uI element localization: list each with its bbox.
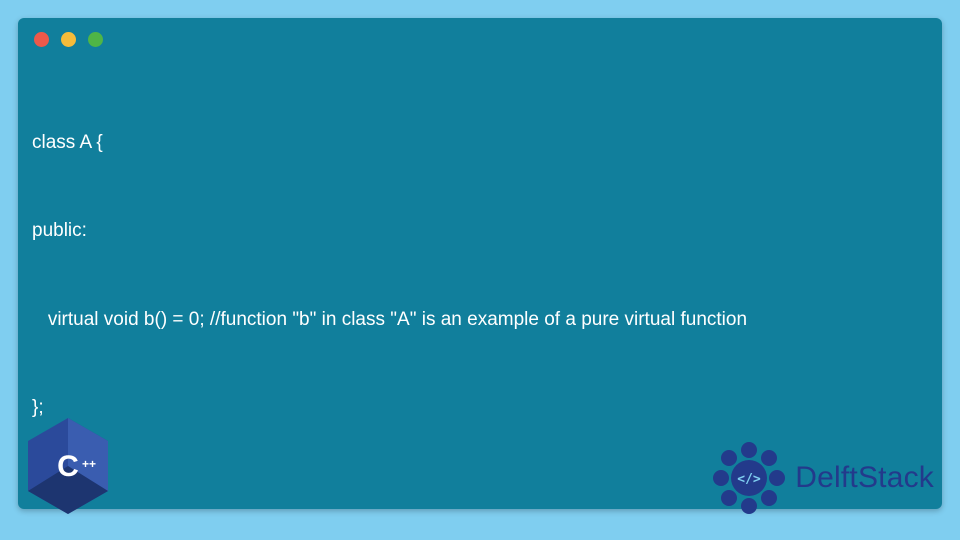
minimize-icon[interactable] bbox=[61, 32, 76, 47]
maximize-icon[interactable] bbox=[88, 32, 103, 47]
brand-name: DelftStack bbox=[795, 461, 934, 495]
code-line: class A { bbox=[32, 128, 928, 157]
code-block: class A { public: virtual void b() = 0; … bbox=[18, 55, 942, 481]
window-titlebar bbox=[18, 18, 942, 55]
cpp-logo-icon: C ++ bbox=[24, 416, 112, 516]
close-icon[interactable] bbox=[34, 32, 49, 47]
brand: </> DelftStack bbox=[713, 442, 934, 514]
code-line: public: bbox=[32, 216, 928, 245]
svg-text:</>: </> bbox=[738, 472, 762, 487]
svg-text:++: ++ bbox=[82, 457, 96, 471]
svg-text:C: C bbox=[57, 450, 79, 483]
brand-logo-icon: </> bbox=[713, 442, 785, 514]
code-line: virtual void b() = 0; //function "b" in … bbox=[32, 305, 928, 334]
code-line: }; bbox=[32, 393, 928, 422]
code-window: class A { public: virtual void b() = 0; … bbox=[18, 18, 942, 509]
